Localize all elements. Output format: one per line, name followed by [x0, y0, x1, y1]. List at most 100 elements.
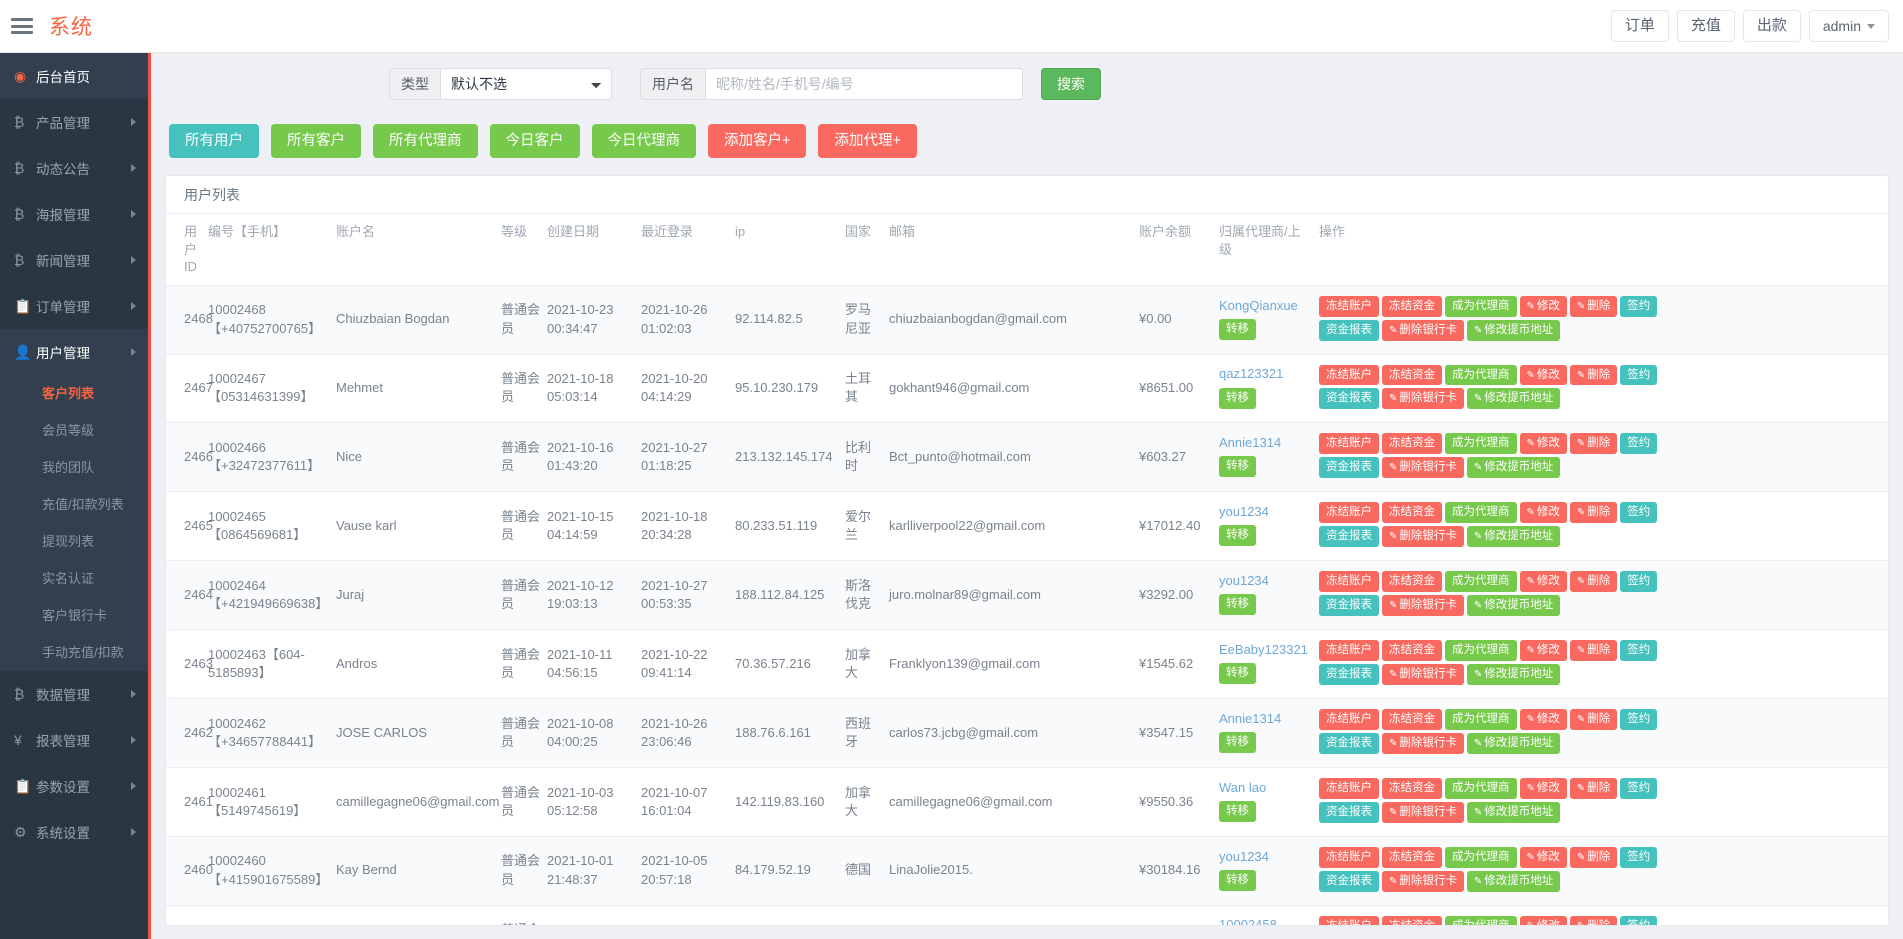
transfer-button[interactable]: 转移 [1219, 732, 1256, 753]
op-button-6[interactable]: 资金报表 [1319, 388, 1379, 409]
today-agents-button[interactable]: 今日代理商 [592, 124, 697, 159]
op-button-5[interactable]: 签约 [1620, 571, 1657, 592]
op-button-4[interactable]: ✎删除 [1570, 571, 1617, 592]
username-search-input[interactable] [705, 68, 1023, 100]
op-button-4[interactable]: ✎删除 [1570, 709, 1617, 730]
op-button-3[interactable]: ✎修改 [1520, 365, 1567, 386]
agent-name-link[interactable]: Annie1314 [1219, 434, 1313, 452]
op-button-7[interactable]: ✎删除银行卡 [1382, 733, 1464, 754]
op-button-0[interactable]: 冻结账户 [1319, 296, 1379, 317]
agent-name-link[interactable]: Annie1314 [1219, 710, 1313, 728]
op-button-0[interactable]: 冻结账户 [1319, 433, 1379, 454]
sidebar-item-parameter-settings[interactable]: 📋 参数设置 [0, 763, 148, 809]
add-agent-button[interactable]: 添加代理+ [818, 124, 916, 159]
agent-name-link[interactable]: Wan lao [1219, 779, 1313, 797]
op-button-5[interactable]: 签约 [1620, 709, 1657, 730]
sidebar-subitem-real-name-auth[interactable]: 实名认证 [0, 560, 148, 597]
transfer-button[interactable]: 转移 [1219, 319, 1256, 340]
op-button-6[interactable]: 资金报表 [1319, 871, 1379, 892]
agent-name-link[interactable]: qaz123321 [1219, 365, 1313, 383]
transfer-button[interactable]: 转移 [1219, 456, 1256, 477]
op-button-0[interactable]: 冻结账户 [1319, 571, 1379, 592]
op-button-6[interactable]: 资金报表 [1319, 457, 1379, 478]
sidebar-subitem-withdraw-list[interactable]: 提现列表 [0, 523, 148, 560]
transfer-button[interactable]: 转移 [1219, 663, 1256, 684]
op-button-1[interactable]: 冻结资金 [1382, 847, 1442, 868]
op-button-8[interactable]: ✎修改提币地址 [1467, 388, 1560, 409]
op-button-1[interactable]: 冻结资金 [1382, 502, 1442, 523]
agent-name-link[interactable]: EeBaby123321 [1219, 641, 1313, 659]
op-button-5[interactable]: 签约 [1620, 433, 1657, 454]
op-button-5[interactable]: 签约 [1620, 778, 1657, 799]
op-button-0[interactable]: 冻结账户 [1319, 365, 1379, 386]
op-button-3[interactable]: ✎修改 [1520, 433, 1567, 454]
op-button-2[interactable]: 成为代理商 [1445, 433, 1517, 454]
transfer-button[interactable]: 转移 [1219, 525, 1256, 546]
op-button-7[interactable]: ✎删除银行卡 [1382, 802, 1464, 823]
search-button[interactable]: 搜索 [1041, 68, 1101, 100]
op-button-5[interactable]: 签约 [1620, 640, 1657, 661]
op-button-2[interactable]: 成为代理商 [1445, 778, 1517, 799]
sidebar-item-dashboard[interactable]: ◉ 后台首页 [0, 53, 148, 99]
op-button-2[interactable]: 成为代理商 [1445, 916, 1517, 926]
op-button-1[interactable]: 冻结资金 [1382, 640, 1442, 661]
op-button-2[interactable]: 成为代理商 [1445, 365, 1517, 386]
op-button-7[interactable]: ✎删除银行卡 [1382, 320, 1464, 341]
add-customer-button[interactable]: 添加客户+ [708, 124, 806, 159]
sidebar-item-report-management[interactable]: ¥ 报表管理 [0, 717, 148, 763]
op-button-0[interactable]: 冻结账户 [1319, 709, 1379, 730]
sidebar-subitem-customer-bank-card[interactable]: 客户银行卡 [0, 597, 148, 634]
op-button-2[interactable]: 成为代理商 [1445, 709, 1517, 730]
op-button-4[interactable]: ✎删除 [1570, 296, 1617, 317]
op-button-3[interactable]: ✎修改 [1520, 296, 1567, 317]
op-button-3[interactable]: ✎修改 [1520, 847, 1567, 868]
op-button-5[interactable]: 签约 [1620, 365, 1657, 386]
agent-name-link[interactable]: 10002458 [1219, 916, 1313, 926]
op-button-6[interactable]: 资金报表 [1319, 320, 1379, 341]
op-button-1[interactable]: 冻结资金 [1382, 571, 1442, 592]
sidebar-item-data-management[interactable]: ₿ 数据管理 [0, 671, 148, 717]
op-button-8[interactable]: ✎修改提币地址 [1467, 871, 1560, 892]
op-button-4[interactable]: ✎删除 [1570, 640, 1617, 661]
op-button-7[interactable]: ✎删除银行卡 [1382, 871, 1464, 892]
op-button-4[interactable]: ✎删除 [1570, 365, 1617, 386]
op-button-0[interactable]: 冻结账户 [1319, 847, 1379, 868]
op-button-7[interactable]: ✎删除银行卡 [1382, 664, 1464, 685]
withdraw-button[interactable]: 出款 [1743, 10, 1801, 42]
op-button-0[interactable]: 冻结账户 [1319, 916, 1379, 926]
op-button-1[interactable]: 冻结资金 [1382, 709, 1442, 730]
op-button-6[interactable]: 资金报表 [1319, 802, 1379, 823]
op-button-4[interactable]: ✎删除 [1570, 502, 1617, 523]
op-button-7[interactable]: ✎删除银行卡 [1382, 595, 1464, 616]
today-customers-button[interactable]: 今日客户 [490, 124, 580, 159]
type-filter-select[interactable]: 默认不选 [440, 68, 612, 100]
transfer-button[interactable]: 转移 [1219, 388, 1256, 409]
transfer-button[interactable]: 转移 [1219, 870, 1256, 891]
transfer-button[interactable]: 转移 [1219, 594, 1256, 615]
agent-name-link[interactable]: you1234 [1219, 848, 1313, 866]
op-button-3[interactable]: ✎修改 [1520, 502, 1567, 523]
recharge-button[interactable]: 充值 [1677, 10, 1735, 42]
op-button-7[interactable]: ✎删除银行卡 [1382, 388, 1464, 409]
op-button-8[interactable]: ✎修改提币地址 [1467, 320, 1560, 341]
op-button-7[interactable]: ✎删除银行卡 [1382, 526, 1464, 547]
sidebar-subitem-member-level[interactable]: 会员等级 [0, 412, 148, 449]
op-button-8[interactable]: ✎修改提币地址 [1467, 595, 1560, 616]
all-users-button[interactable]: 所有用户 [169, 124, 259, 159]
op-button-6[interactable]: 资金报表 [1319, 664, 1379, 685]
op-button-2[interactable]: 成为代理商 [1445, 296, 1517, 317]
op-button-0[interactable]: 冻结账户 [1319, 640, 1379, 661]
sidebar-item-announcement[interactable]: ₿ 动态公告 [0, 145, 148, 191]
op-button-7[interactable]: ✎删除银行卡 [1382, 457, 1464, 478]
op-button-5[interactable]: 签约 [1620, 296, 1657, 317]
op-button-8[interactable]: ✎修改提币地址 [1467, 802, 1560, 823]
sidebar-item-poster[interactable]: ₿ 海报管理 [0, 191, 148, 237]
all-agents-button[interactable]: 所有代理商 [373, 124, 478, 159]
sidebar-subitem-manual-recharge[interactable]: 手动充值/扣款 [0, 634, 148, 671]
op-button-2[interactable]: 成为代理商 [1445, 502, 1517, 523]
op-button-5[interactable]: 签约 [1620, 502, 1657, 523]
sidebar-subitem-recharge-deduction-list[interactable]: 充值/扣款列表 [0, 486, 148, 523]
op-button-4[interactable]: ✎删除 [1570, 778, 1617, 799]
op-button-8[interactable]: ✎修改提币地址 [1467, 526, 1560, 547]
sidebar-item-system-settings[interactable]: ⚙ 系统设置 [0, 809, 148, 855]
